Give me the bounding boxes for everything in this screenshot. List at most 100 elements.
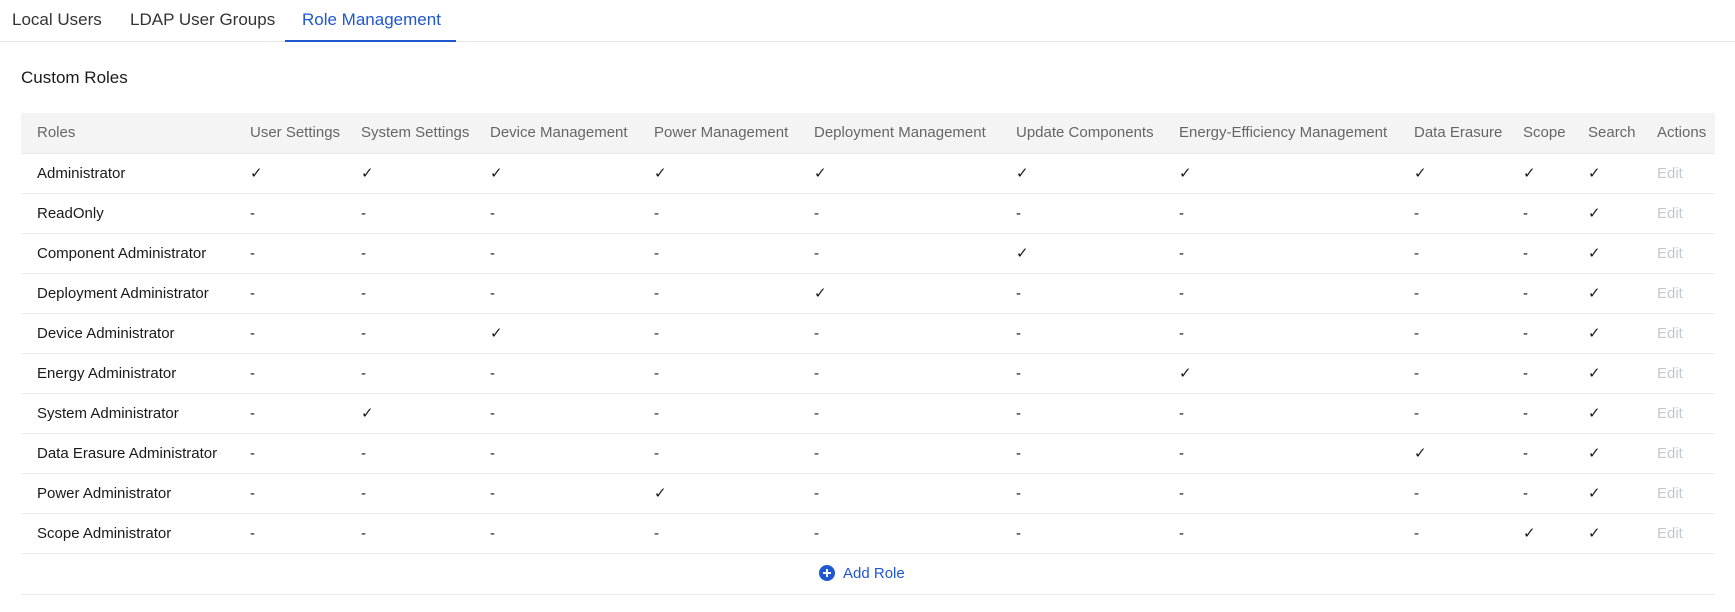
checkmark-icon-power-management: ✓ xyxy=(654,485,667,502)
dash-cell-scope: - xyxy=(1523,365,1528,382)
dash-cell-deployment-management: - xyxy=(814,525,819,542)
checkmark-icon-data-erasure: ✓ xyxy=(1414,165,1427,182)
tab-local-users[interactable]: Local Users xyxy=(12,0,102,41)
checkmark-icon-system-settings: ✓ xyxy=(361,165,374,182)
column-header-energy-efficiency-management: Energy-Efficiency Management xyxy=(1179,124,1388,141)
checkmark-icon-search: ✓ xyxy=(1588,165,1601,182)
dash-cell-user-settings: - xyxy=(250,365,255,382)
dash-cell-energy-efficiency-management: - xyxy=(1179,485,1184,502)
dash-cell-power-management: - xyxy=(654,365,659,382)
dash-cell-user-settings: - xyxy=(250,405,255,422)
edit-button[interactable]: Edit xyxy=(1657,194,1683,233)
dash-cell-update-components: - xyxy=(1016,325,1021,342)
dash-cell-scope: - xyxy=(1523,285,1528,302)
dash-cell-device-management: - xyxy=(490,245,495,262)
plus-circle-icon xyxy=(819,565,835,581)
checkmark-icon-search: ✓ xyxy=(1588,445,1601,462)
dash-cell-update-components: - xyxy=(1016,285,1021,302)
role-name-cell: ReadOnly xyxy=(37,205,104,222)
checkmark-icon-update-components: ✓ xyxy=(1016,245,1029,262)
checkmark-icon-search: ✓ xyxy=(1588,405,1601,422)
dash-cell-scope: - xyxy=(1523,205,1528,222)
checkmark-icon-search: ✓ xyxy=(1588,245,1601,262)
tab-role-management-label: Role Management xyxy=(302,10,441,29)
edit-button[interactable]: Edit xyxy=(1657,234,1683,273)
dash-cell-energy-efficiency-management: - xyxy=(1179,285,1184,302)
edit-button[interactable]: Edit xyxy=(1657,314,1683,353)
checkmark-icon-search: ✓ xyxy=(1588,485,1601,502)
column-header-scope: Scope xyxy=(1523,124,1566,141)
edit-button[interactable]: Edit xyxy=(1657,474,1683,513)
checkmark-icon-energy-efficiency-management: ✓ xyxy=(1179,165,1192,182)
dash-cell-device-management: - xyxy=(490,485,495,502)
dash-cell-user-settings: - xyxy=(250,285,255,302)
checkmark-icon-user-settings: ✓ xyxy=(250,165,263,182)
role-name-cell: Administrator xyxy=(37,165,126,182)
dash-cell-power-management: - xyxy=(654,325,659,342)
dash-cell-user-settings: - xyxy=(250,245,255,262)
role-name-cell: Deployment Administrator xyxy=(37,285,209,302)
dash-cell-energy-efficiency-management: - xyxy=(1179,445,1184,462)
checkmark-icon-device-management: ✓ xyxy=(490,325,503,342)
dash-cell-device-management: - xyxy=(490,405,495,422)
table-body: Administrator ✓ ✓ ✓ ✓ ✓ ✓ ✓ ✓ ✓ ✓ Edit ReadOnly - - - - -… xyxy=(21,154,1715,554)
add-role-row: Add Role xyxy=(21,554,1715,595)
edit-button[interactable]: Edit xyxy=(1657,434,1683,473)
tab-role-management[interactable]: Role Management xyxy=(285,0,456,42)
edit-button[interactable]: Edit xyxy=(1657,354,1683,393)
dash-cell-power-management: - xyxy=(654,245,659,262)
role-name-cell: Power Administrator xyxy=(37,485,172,502)
table-row: Administrator ✓ ✓ ✓ ✓ ✓ ✓ ✓ ✓ ✓ ✓ Edit xyxy=(21,154,1715,194)
table-row: Deployment Administrator - - - - ✓ - - - - ✓ Edit xyxy=(21,274,1715,314)
dash-cell-device-management: - xyxy=(490,285,495,302)
dash-cell-user-settings: - xyxy=(250,445,255,462)
dash-cell-data-erasure: - xyxy=(1414,485,1419,502)
dash-cell-user-settings: - xyxy=(250,205,255,222)
column-header-search: Search xyxy=(1588,124,1636,141)
roles-table: Roles User Settings System Settings Device … xyxy=(21,113,1715,595)
edit-button[interactable]: Edit xyxy=(1657,154,1683,193)
edit-button[interactable]: Edit xyxy=(1657,274,1683,313)
checkmark-icon-energy-efficiency-management: ✓ xyxy=(1179,365,1192,382)
table-row: Device Administrator - - ✓ - - - - - - ✓ Edit xyxy=(21,314,1715,354)
checkmark-icon-search: ✓ xyxy=(1588,325,1601,342)
role-name-cell: Device Administrator xyxy=(37,325,175,342)
dash-cell-update-components: - xyxy=(1016,365,1021,382)
dash-cell-energy-efficiency-management: - xyxy=(1179,405,1184,422)
dash-cell-deployment-management: - xyxy=(814,365,819,382)
checkmark-icon-search: ✓ xyxy=(1588,205,1601,222)
edit-button[interactable]: Edit xyxy=(1657,514,1683,553)
tab-bar: Local Users LDAP User Groups Role Manage… xyxy=(0,0,1735,42)
table-row: ReadOnly - - - - - - - - - ✓ Edit xyxy=(21,194,1715,234)
dash-cell-deployment-management: - xyxy=(814,405,819,422)
dash-cell-system-settings: - xyxy=(361,445,366,462)
table-row: Power Administrator - - - ✓ - - - - - ✓ Edit xyxy=(21,474,1715,514)
dash-cell-update-components: - xyxy=(1016,485,1021,502)
dash-cell-power-management: - xyxy=(654,285,659,302)
role-name-cell: Data Erasure Administrator xyxy=(37,445,218,462)
checkmark-icon-search: ✓ xyxy=(1588,285,1601,302)
dash-cell-deployment-management: - xyxy=(814,205,819,222)
edit-button[interactable]: Edit xyxy=(1657,394,1683,433)
dash-cell-scope: - xyxy=(1523,485,1528,502)
dash-cell-data-erasure: - xyxy=(1414,325,1419,342)
table-row: Energy Administrator - - - - - - ✓ - - ✓ Edit xyxy=(21,354,1715,394)
dash-cell-user-settings: - xyxy=(250,325,255,342)
dash-cell-deployment-management: - xyxy=(814,445,819,462)
column-header-data-erasure: Data Erasure xyxy=(1414,124,1503,141)
tab-ldap-user-groups[interactable]: LDAP User Groups xyxy=(130,0,275,41)
column-header-power-management: Power Management xyxy=(654,124,789,141)
active-tab-indicator xyxy=(285,40,456,42)
dash-cell-system-settings: - xyxy=(361,485,366,502)
dash-cell-update-components: - xyxy=(1016,405,1021,422)
dash-cell-scope: - xyxy=(1523,325,1528,342)
column-header-system-settings: System Settings xyxy=(361,124,470,141)
dash-cell-scope: - xyxy=(1523,245,1528,262)
add-role-button[interactable]: Add Role xyxy=(819,554,905,594)
role-name-cell: Energy Administrator xyxy=(37,365,177,382)
dash-cell-update-components: - xyxy=(1016,445,1021,462)
column-header-update-components: Update Components xyxy=(1016,124,1154,141)
dash-cell-power-management: - xyxy=(654,525,659,542)
dash-cell-data-erasure: - xyxy=(1414,245,1419,262)
dash-cell-data-erasure: - xyxy=(1414,285,1419,302)
